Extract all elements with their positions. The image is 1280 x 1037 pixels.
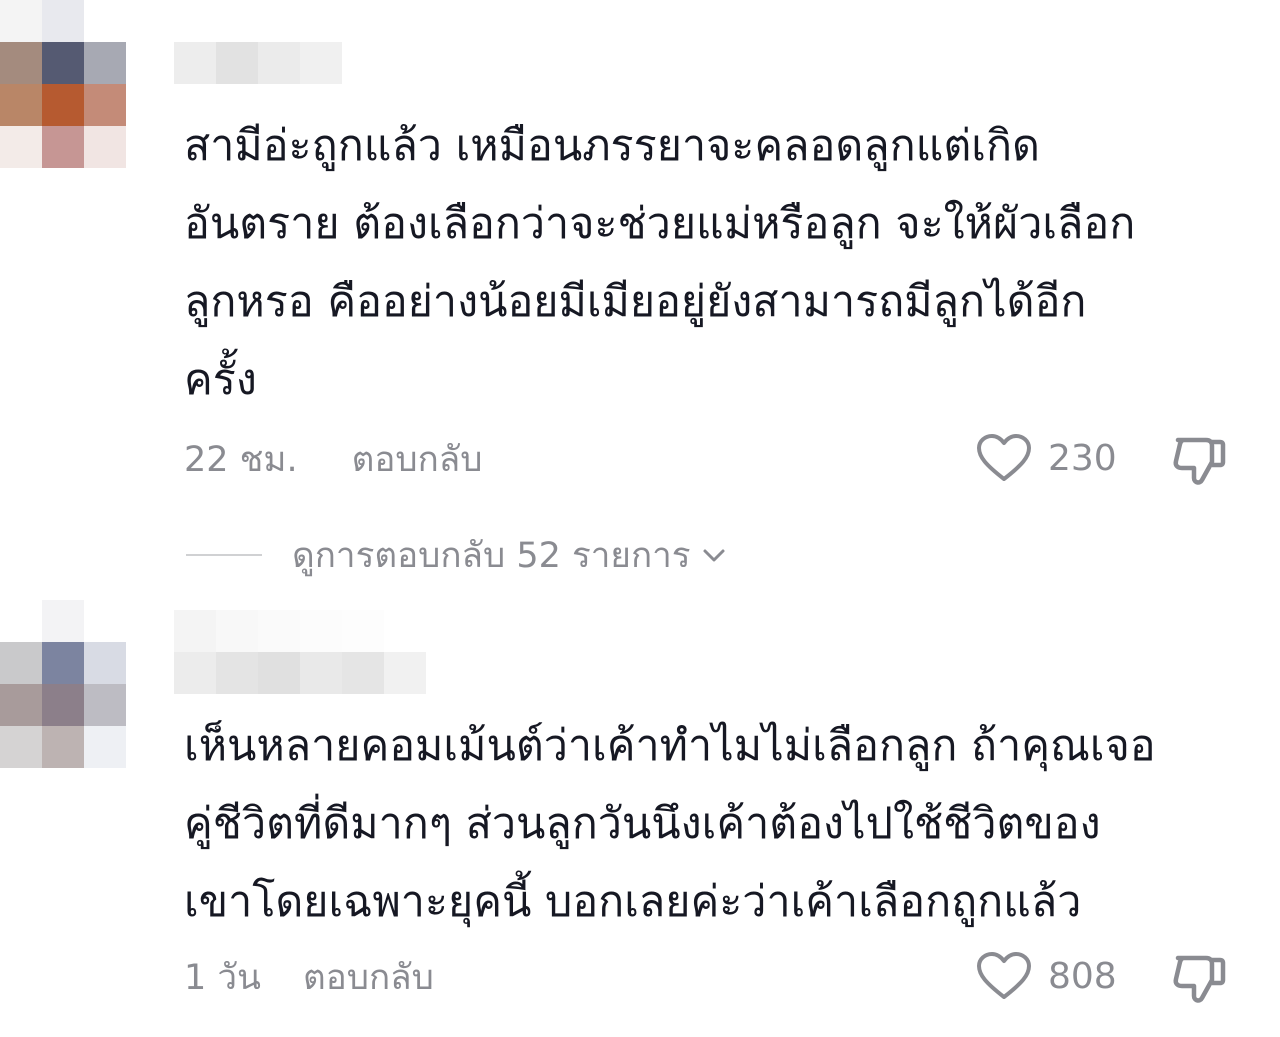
comment-text: สามีอ่ะถูกแล้ว เหมือนภรรยาจะคลอดลูกแต่เก… — [184, 107, 1244, 419]
thumbs-down-outline-icon[interactable] — [1170, 948, 1230, 1008]
view-replies-label: ดูการตอบกลับ 52 รายการ — [292, 535, 691, 576]
comment-text-line: ลูกหรอ คืออย่างน้อยมีเมียอยู่ยังสามารถมี… — [184, 277, 1087, 327]
comment-meta: 22 ชม. ตอบกลับ — [184, 434, 482, 484]
comment-item: สามีอ่ะถูกแล้ว เหมือนภรรยาจะคลอดลูกแต่เก… — [0, 0, 1280, 520]
reply-button[interactable]: ตอบกลับ — [303, 950, 434, 1005]
comment-text-line: คู่ชีวิตที่ดีมากๆ ส่วนลูกวันนึงเค้าต้องไ… — [184, 799, 1101, 849]
comment-timestamp: 1 วัน — [184, 957, 261, 998]
username-blurred[interactable] — [174, 610, 426, 694]
comment-item: เห็นหลายคอมเม้นต์ว่าเค้าทำไมไม่เลือกลูก … — [0, 600, 1280, 1037]
comment-text-line: อันตราย ต้องเลือกว่าจะช่วยแม่หรือลูก จะใ… — [184, 199, 1136, 249]
comment-text-line: เห็นหลายคอมเม้นต์ว่าเค้าทำไมไม่เลือกลูก … — [184, 721, 1156, 771]
comment-text-line: สามีอ่ะถูกแล้ว เหมือนภรรยาจะคลอดลูกแต่เก… — [184, 121, 1040, 171]
comment-text-line: ครั้ง — [184, 355, 257, 405]
reply-button[interactable]: ตอบกลับ — [352, 432, 483, 487]
like-count: 230 — [1048, 437, 1117, 479]
divider-line — [186, 554, 262, 556]
comment-meta: 1 วัน ตอบกลับ — [184, 952, 434, 1002]
like-button[interactable]: 808 — [976, 950, 1117, 1002]
chevron-down-icon — [703, 549, 725, 562]
comment-text: เห็นหลายคอมเม้นต์ว่าเค้าทำไมไม่เลือกลูก … — [184, 707, 1244, 941]
avatar[interactable] — [0, 0, 168, 168]
username-blurred[interactable] — [174, 42, 342, 84]
like-button[interactable]: 230 — [976, 432, 1117, 484]
view-replies-button[interactable]: ดูการตอบกลับ 52 รายการ — [186, 528, 729, 582]
heart-outline-icon — [977, 952, 1031, 999]
like-count: 808 — [1048, 955, 1117, 997]
heart-outline-icon — [977, 434, 1031, 481]
comment-timestamp: 22 ชม. — [184, 439, 298, 480]
comment-text-line: เขาโดยเฉพาะยุคนี้ บอกเลยค่ะว่าเค้าเลือกถ… — [184, 877, 1082, 927]
thumbs-down-outline-icon[interactable] — [1170, 430, 1230, 490]
avatar[interactable] — [0, 600, 168, 768]
